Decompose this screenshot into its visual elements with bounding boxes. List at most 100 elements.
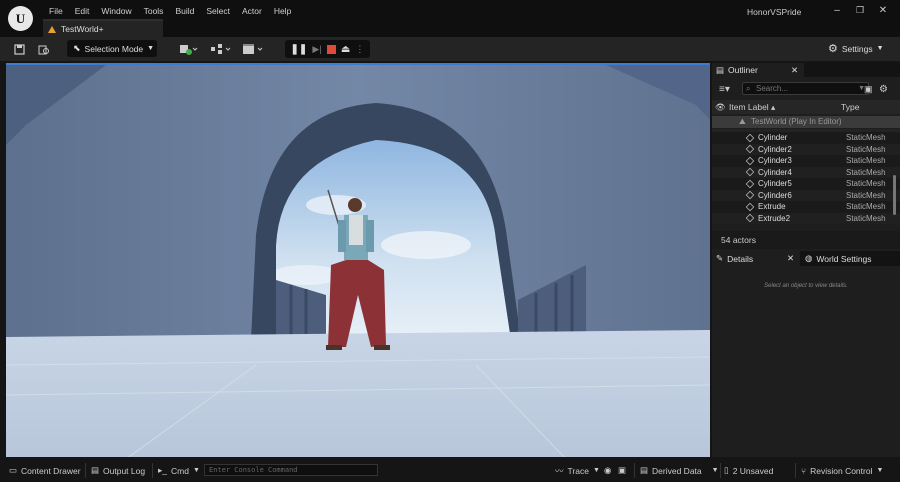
unreal-logo-icon[interactable]: U xyxy=(8,6,33,31)
row-type: StaticMesh xyxy=(846,133,886,143)
world-settings-tab[interactable]: ◍ World Settings xyxy=(805,251,900,266)
row-label: Extrude2 xyxy=(758,213,791,223)
output-log-icon: ▤ xyxy=(91,465,100,475)
output-log-button[interactable]: ▤ Output Log xyxy=(91,459,145,482)
add-actor-button[interactable] xyxy=(178,40,200,58)
row-label: Cylinder3 xyxy=(758,156,792,166)
cursor-icon: ⬉ xyxy=(73,43,81,53)
divider xyxy=(720,463,721,478)
table-row[interactable]: Cylinder6 StaticMesh xyxy=(712,189,900,201)
pause-icon[interactable]: ❚❚ xyxy=(291,44,308,55)
actor-count: 54 actors xyxy=(712,231,900,249)
static-mesh-icon xyxy=(745,214,755,223)
unsaved-button[interactable]: ▯ 2 Unsaved xyxy=(724,459,773,482)
more-options-icon[interactable]: ⋮ xyxy=(355,44,364,55)
stop-icon[interactable] xyxy=(326,44,336,54)
type-column[interactable]: Type xyxy=(841,102,859,112)
visibility-eye-icon[interactable]: 👁 xyxy=(715,102,726,113)
row-type: StaticMesh xyxy=(846,213,886,223)
row-label: Cylinder xyxy=(758,133,788,143)
table-row[interactable]: Cylinder StaticMesh xyxy=(712,132,900,144)
revision-control-button[interactable]: ⑂ Revision Control ▼ xyxy=(801,459,883,482)
details-empty-text: Select an object to view details. xyxy=(764,283,848,289)
maximize-icon[interactable]: ❐ xyxy=(853,5,867,16)
details-tab[interactable]: ✎ Details ✕ xyxy=(712,251,800,266)
menu-bar: File Edit Window Tools Build Select Acto… xyxy=(43,6,297,16)
chevron-down-icon: ▼ xyxy=(192,467,200,474)
menu-window[interactable]: Window xyxy=(95,6,137,16)
add-folder-icon[interactable]: ▣ xyxy=(864,84,873,95)
console-input[interactable]: Enter Console Command xyxy=(204,464,378,476)
level-warning-icon xyxy=(48,25,56,33)
menu-edit[interactable]: Edit xyxy=(69,6,96,16)
row-type: StaticMesh xyxy=(846,156,886,166)
table-row[interactable]: Cylinder4 StaticMesh xyxy=(712,166,900,178)
outliner-header: ▤ Outliner ✕ xyxy=(712,63,900,77)
title-bar: U File Edit Window Tools Build Select Ac… xyxy=(0,0,900,37)
minimize-icon[interactable]: – xyxy=(830,5,844,16)
outliner-search-input[interactable]: ⌕ Search... ▼ xyxy=(742,82,869,95)
screenshot-icon[interactable]: ▣ xyxy=(618,459,626,482)
cinematics-button[interactable] xyxy=(241,40,265,58)
browse-icon[interactable] xyxy=(37,40,51,58)
menu-file[interactable]: File xyxy=(43,6,69,16)
record-icon[interactable]: ◉ xyxy=(604,459,611,482)
item-label-column[interactable]: Item Label ▴ xyxy=(729,102,775,113)
save-icon[interactable] xyxy=(12,40,26,58)
table-row[interactable]: Cylinder2 StaticMesh xyxy=(712,143,900,155)
table-row[interactable]: Cylinder3 StaticMesh xyxy=(712,155,900,167)
table-row[interactable]: Extrude2 StaticMesh xyxy=(712,212,900,224)
content-drawer-button[interactable]: ▭ Content Drawer xyxy=(9,459,81,482)
static-mesh-icon xyxy=(745,145,755,154)
content-drawer-icon: ▭ xyxy=(9,465,18,475)
cmd-dropdown[interactable]: ▸_ Cmd ▼ xyxy=(158,459,200,482)
table-row[interactable]: Extrude StaticMesh xyxy=(712,201,900,213)
level-viewport[interactable] xyxy=(6,63,710,457)
table-row[interactable]: Cylinder5 StaticMesh xyxy=(712,178,900,190)
derived-data-button[interactable]: ▤ Derived Data ▼ xyxy=(640,459,719,482)
globe-icon: ◍ xyxy=(805,253,813,263)
close-icon[interactable]: ✕ xyxy=(876,5,890,16)
close-tab-icon[interactable]: ✕ xyxy=(791,65,798,76)
menu-tools[interactable]: Tools xyxy=(138,6,170,16)
row-label: Cylinder5 xyxy=(758,179,792,189)
settings-button[interactable]: ⚙ Settings ▼ xyxy=(828,42,884,55)
row-label: Cylinder2 xyxy=(758,144,792,154)
eject-icon[interactable]: ⏏ xyxy=(341,44,350,55)
outliner-column-header: 👁 Item Label ▴ Type xyxy=(712,100,900,114)
outliner-tab[interactable]: ▤ Outliner ✕ xyxy=(712,63,804,77)
details-tab-label: Details xyxy=(727,253,754,264)
static-mesh-icon xyxy=(745,156,755,165)
outliner-search-row: ≡▾ ⌕ Search... ▼ ▣ ⚙ xyxy=(712,81,900,97)
unsaved-icon: ▯ xyxy=(724,465,729,475)
status-bar: ▭ Content Drawer ▤ Output Log ▸_ Cmd ▼ E… xyxy=(0,459,900,482)
static-mesh-icon xyxy=(745,168,755,177)
menu-actor[interactable]: Actor xyxy=(236,6,268,16)
row-type: StaticMesh xyxy=(846,179,886,189)
settings-label: Settings xyxy=(841,43,873,54)
close-tab-icon[interactable]: ✕ xyxy=(787,253,794,264)
filter-icon[interactable]: ≡▾ xyxy=(719,84,730,95)
trace-dropdown[interactable]: 〰 Trace ▼ xyxy=(555,459,600,482)
revision-control-icon: ⑂ xyxy=(801,465,807,476)
selection-mode-label: Selection Mode xyxy=(84,43,144,54)
world-row[interactable]: ⛰ TestWorld (Play In Editor) xyxy=(712,116,900,128)
selection-mode-dropdown[interactable]: ⬉ Selection Mode ▼ xyxy=(67,40,157,57)
outliner-scrollbar[interactable] xyxy=(893,175,896,215)
menu-help[interactable]: Help xyxy=(268,6,297,16)
outliner-icon: ▤ xyxy=(716,64,725,75)
menu-select[interactable]: Select xyxy=(200,6,236,16)
gear-icon: ⚙ xyxy=(828,43,838,55)
cmd-icon: ▸_ xyxy=(158,465,167,475)
static-mesh-icon xyxy=(745,202,755,211)
menu-build[interactable]: Build xyxy=(169,6,200,16)
outliner-settings-icon[interactable]: ⚙ xyxy=(879,84,888,95)
static-mesh-icon xyxy=(745,191,755,200)
project-name: HonorVSPride xyxy=(747,7,802,17)
chevron-down-icon: ▼ xyxy=(876,467,884,474)
step-icon[interactable]: ▶| xyxy=(312,44,321,55)
world-settings-label: World Settings xyxy=(816,253,872,264)
derived-data-icon: ▤ xyxy=(640,465,649,475)
blueprint-button[interactable] xyxy=(209,40,233,58)
level-tab[interactable]: TestWorld+ xyxy=(43,19,163,37)
